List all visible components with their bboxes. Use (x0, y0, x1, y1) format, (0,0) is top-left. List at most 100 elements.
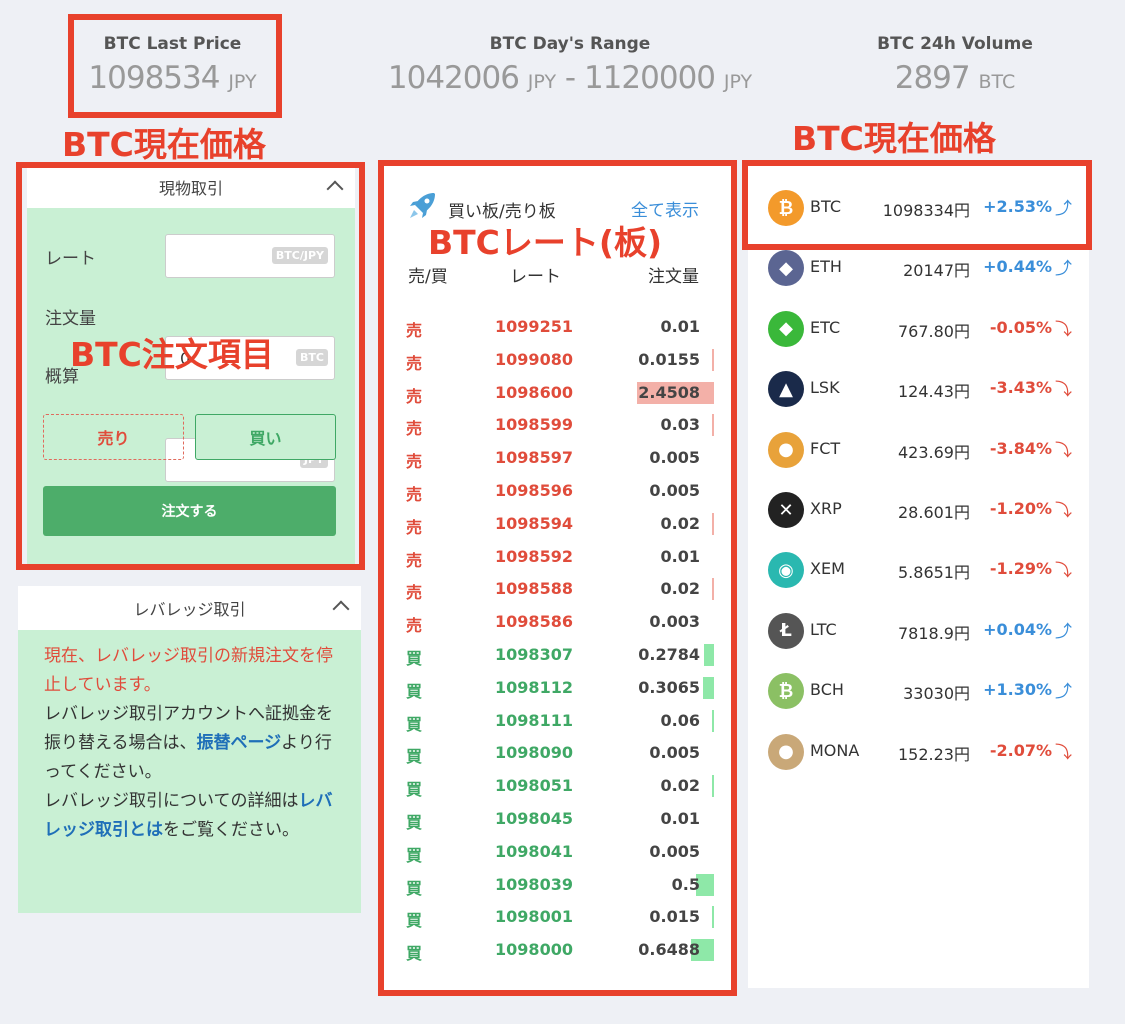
depth-bar (704, 644, 714, 666)
row-qty: 0.005 (649, 841, 700, 861)
coin-symbol: XRP (810, 499, 842, 518)
coin-row-xrp[interactable]: ✕ XRP 28.601円 -1.20% ⤵ (748, 480, 1088, 540)
row-qty: 0.005 (649, 481, 700, 500)
row-qty: 0.02 (660, 513, 700, 533)
coin-row-xem[interactable]: ◉ XEM 5.8651円 -1.29% ⤵ (748, 540, 1088, 600)
row-qty: 0.01 (660, 317, 700, 336)
trend-up-icon: ⤴ (1055, 682, 1072, 703)
coin-change: -0.05% (989, 317, 1052, 337)
coin-price: 7818.9円 (898, 623, 970, 643)
depth-bar (712, 348, 714, 371)
transfer-page-link[interactable]: 振替ページ (197, 733, 282, 753)
coin-symbol: ETC (810, 317, 841, 337)
depth-bar (712, 775, 714, 798)
trend-down-icon: ⤵ (1055, 742, 1072, 763)
row-qty: 2.4508 (638, 382, 700, 402)
monacoin-icon: ● (768, 733, 804, 770)
day-range-label: BTC Day's Range (489, 34, 651, 54)
coin-price: 5.8651円 (898, 563, 970, 583)
row-qty: 0.03 (660, 415, 700, 435)
row-qty: 0.0155 (638, 349, 700, 369)
trend-down-icon: ⤵ (1055, 319, 1072, 340)
annotation-order-items: BTC注文項目 (70, 335, 274, 374)
coin-symbol: ETH (810, 257, 842, 277)
row-qty: 0.01 (660, 809, 700, 828)
depth-bar (712, 906, 714, 929)
volume-value: 2897 BTC (894, 60, 1016, 96)
ethereum-icon: ◆ (768, 250, 804, 287)
leverage-transfer-text: レバレッジ取引アカウントへ証拠金を振り替える場合は、振替ページより行ってください… (44, 704, 333, 782)
leverage-panel-header[interactable]: レバレッジ取引 (18, 586, 361, 630)
trend-down-icon: ⤵ (1055, 440, 1072, 461)
day-range-stat: BTC Day's Range 1042006 JPY - 1120000 JP… (360, 34, 780, 96)
coin-change: -1.29% (989, 559, 1052, 579)
row-qty: 0.02 (660, 776, 700, 796)
coin-symbol: LSK (810, 378, 840, 398)
coin-price: 152.23円 (898, 744, 970, 764)
coin-change: -3.84% (989, 438, 1052, 458)
ripple-icon: ✕ (768, 492, 804, 528)
trend-up-icon: ⤴ (1055, 621, 1072, 642)
nem-icon: ◉ (768, 552, 804, 589)
coin-symbol: LTC (810, 619, 837, 639)
row-qty: 0.5 (671, 874, 700, 894)
coin-price: 767.80円 (898, 321, 970, 341)
row-qty: 0.005 (649, 448, 700, 468)
coin-price: 33030円 (903, 684, 970, 704)
chevron-up-icon[interactable] (332, 600, 350, 618)
depth-bar (712, 709, 714, 732)
coin-row-fct[interactable]: ● FCT 423.69円 -3.84% ⤵ (748, 420, 1088, 480)
leverage-panel-body: 現在、レバレッジ取引の新規注文を停止しています。 レバレッジ取引アカウントへ証拠… (18, 630, 361, 913)
leverage-panel-title: レバレッジ取引 (133, 600, 246, 619)
coin-price: 20147円 (903, 261, 970, 281)
depth-bar (712, 512, 714, 535)
highlight-order-book (378, 160, 737, 996)
volume-stat: BTC 24h Volume 2897 BTC (850, 34, 1060, 96)
row-qty: 0.06 (660, 710, 700, 730)
trend-down-icon: ⤵ (1055, 380, 1072, 401)
annotation-current-price-left: BTC現在価格 (62, 125, 266, 164)
coin-change: +0.04% (983, 619, 1052, 639)
volume-label: BTC 24h Volume (877, 34, 1033, 54)
coin-list: ₿ BTC 1098334円 +2.53% ⤴ ◆ ETH 20147円 +0.44% ⤴ ◆ ETC… (748, 178, 1089, 788)
bitcoin-cash-icon: ₿ (768, 673, 804, 710)
coin-row-bch[interactable]: ₿ BCH 33030円 +1.30% ⤴ (748, 661, 1088, 721)
highlight-last-price (68, 14, 282, 118)
leverage-notice: 現在、レバレッジ取引の新規注文を停止しています。 (44, 646, 333, 695)
row-qty: 0.02 (660, 579, 700, 599)
trend-up-icon: ⤴ (1055, 259, 1072, 280)
trend-down-icon: ⤵ (1055, 501, 1072, 521)
coin-row-lsk[interactable]: ▲ LSK 124.43円 -3.43% ⤵ (748, 359, 1088, 419)
coin-price: 124.43円 (898, 382, 970, 402)
ethereum-classic-icon: ◆ (768, 310, 804, 347)
day-range-value: 1042006 JPY - 1120000 JPY (387, 60, 753, 96)
row-qty: 0.003 (649, 612, 700, 632)
row-qty: 0.015 (649, 907, 700, 927)
coin-change: +0.44% (983, 257, 1052, 277)
coin-symbol: XEM (810, 559, 845, 579)
coin-list-panel: ₿ BTC 1098334円 +2.53% ⤴ ◆ ETH 20147円 +0.44% ⤴ ◆ ETC… (748, 166, 1089, 988)
lisk-icon: ▲ (768, 371, 804, 408)
trend-down-icon: ⤵ (1055, 561, 1072, 582)
row-qty: 0.3065 (638, 677, 700, 697)
coin-price: 423.69円 (898, 442, 970, 462)
annotation-current-price-right: BTC現在価格 (792, 119, 996, 158)
highlight-btc-row (742, 160, 1092, 250)
coin-change: -3.43% (989, 378, 1052, 398)
row-qty: 0.01 (660, 546, 700, 566)
coin-row-ltc[interactable]: Ł LTC 7818.9円 +0.04% ⤴ (748, 601, 1088, 661)
leverage-panel: レバレッジ取引 現在、レバレッジ取引の新規注文を停止しています。 レバレッジ取引… (18, 586, 361, 913)
coin-row-mona[interactable]: ● MONA 152.23円 -2.07% ⤵ (748, 722, 1088, 782)
coin-price: 28.601円 (898, 503, 970, 522)
depth-bar (712, 578, 714, 601)
coin-symbol: FCT (810, 438, 841, 458)
coin-change: -1.20% (989, 499, 1052, 518)
coin-symbol: MONA (810, 740, 860, 760)
coin-change: -2.07% (989, 740, 1052, 760)
leverage-detail-text: レバレッジ取引についての詳細はレバレッジ取引とはをご覧ください。 (44, 791, 333, 840)
factom-icon: ● (768, 431, 804, 468)
row-qty: 0.2784 (638, 645, 700, 664)
coin-row-etc[interactable]: ◆ ETC 767.80円 -0.05% ⤵ (748, 299, 1088, 359)
litecoin-icon: Ł (768, 612, 804, 649)
row-qty: 0.005 (649, 743, 700, 763)
